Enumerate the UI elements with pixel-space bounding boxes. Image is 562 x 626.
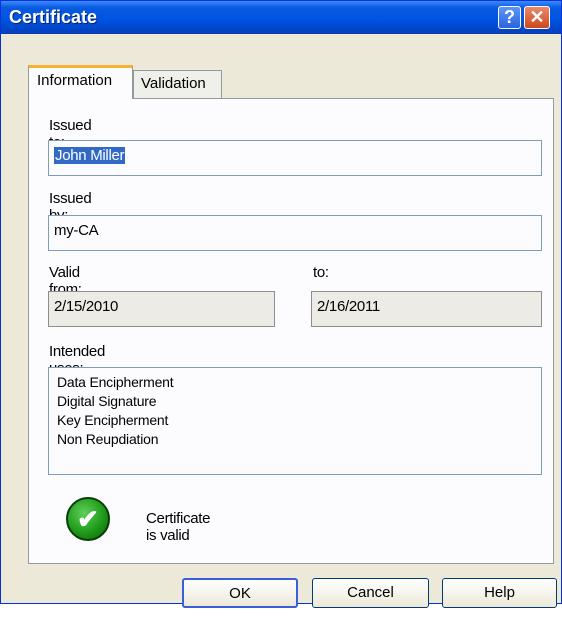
list-item: Data Encipherment — [57, 374, 174, 390]
cancel-button[interactable]: Cancel — [312, 578, 429, 608]
list-item: Non Reupdiation — [57, 431, 159, 447]
tab-information[interactable]: Information — [28, 65, 133, 99]
issued-by-field[interactable]: my-CA — [48, 215, 542, 251]
ok-button[interactable]: OK — [182, 578, 298, 608]
title-bar[interactable]: Certificate ? ✕ — [1, 1, 561, 34]
check-mark-glyph: ✔ — [77, 504, 99, 534]
valid-to-value: 2/16/2011 — [317, 298, 380, 315]
valid-to-field[interactable]: 2/16/2011 — [311, 291, 542, 327]
help-icon[interactable]: ? — [498, 6, 521, 29]
list-item: Digital Signature — [57, 393, 157, 409]
help-button[interactable]: Help — [442, 578, 557, 608]
valid-from-value: 2/15/2010 — [54, 298, 119, 315]
valid-to-label: to: — [313, 264, 329, 281]
tab-validation[interactable]: Validation — [133, 70, 222, 99]
intended-uses-list[interactable]: Data Encipherment Digital Signature Key … — [48, 367, 542, 475]
valid-from-field[interactable]: 2/15/2010 — [48, 291, 275, 327]
issued-to-field[interactable]: John Miller — [48, 140, 542, 176]
check-circle-icon: ✔ — [66, 497, 110, 541]
close-icon[interactable]: ✕ — [524, 6, 550, 29]
issued-to-value: John Miller — [54, 147, 126, 164]
issued-by-value: my-CA — [54, 222, 99, 239]
list-item: Key Encipherment — [57, 412, 169, 428]
status-text: Certificate is valid — [146, 510, 211, 544]
window-title: Certificate — [9, 7, 98, 27]
